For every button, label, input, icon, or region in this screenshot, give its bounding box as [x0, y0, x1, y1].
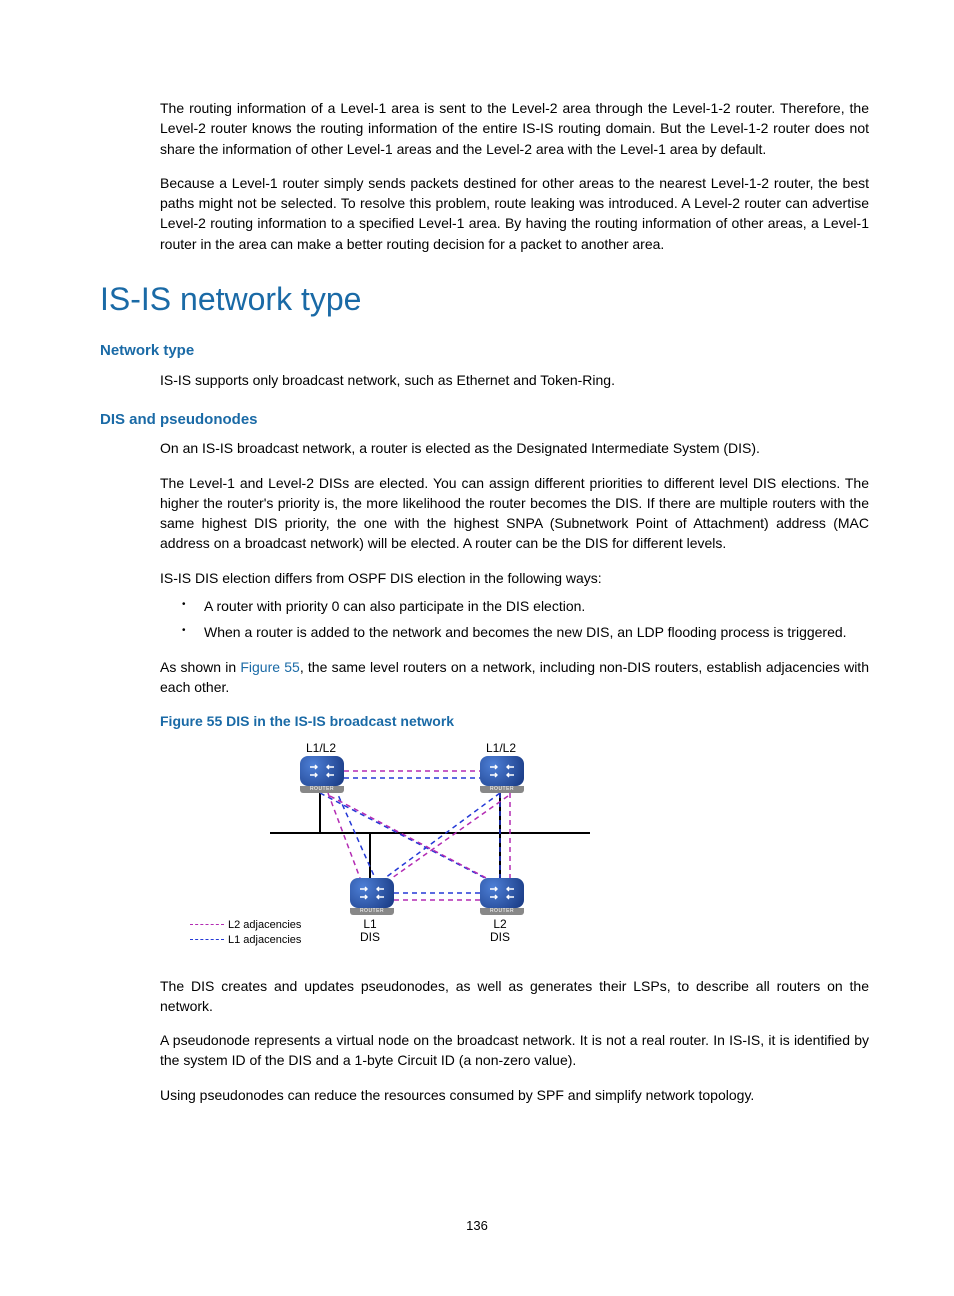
router-label: L1 DIS	[360, 918, 380, 944]
paragraph: IS-IS supports only broadcast network, s…	[160, 370, 869, 390]
subheading-network-type: Network type	[100, 340, 869, 362]
legend-l1: L1 adjacencies	[190, 933, 301, 949]
router-base-label: ROUTER	[300, 786, 344, 793]
figure-dis-broadcast: ROUTER ROUTER ROUTER ROUTER L1/L2 L1/L2 …	[160, 738, 869, 958]
list-item: When a router is added to the network an…	[204, 622, 869, 642]
router-label: L1/L2	[306, 740, 336, 757]
paragraph: On an IS-IS broadcast network, a router …	[160, 438, 869, 458]
text: As shown in	[160, 659, 240, 675]
text: L1	[363, 917, 376, 931]
paragraph: Because a Level-1 router simply sends pa…	[160, 173, 869, 254]
text: L2	[493, 917, 506, 931]
paragraph: IS-IS DIS election differs from OSPF DIS…	[160, 568, 869, 588]
router-label: L2 DIS	[490, 918, 510, 944]
bullet-list: A router with priority 0 can also partic…	[160, 596, 869, 643]
legend-text: L1 adjacencies	[228, 934, 301, 946]
router-icon: ROUTER	[476, 878, 528, 915]
paragraph: A pseudonode represents a virtual node o…	[160, 1030, 869, 1071]
paragraph: Using pseudonodes can reduce the resourc…	[160, 1085, 869, 1105]
router-base-label: ROUTER	[350, 908, 394, 915]
figure-xref[interactable]: Figure 55	[240, 659, 299, 675]
router-icon: ROUTER	[296, 756, 348, 793]
router-label: L1/L2	[486, 740, 516, 757]
heading-isis-network-type: IS-IS network type	[100, 276, 869, 322]
list-item: A router with priority 0 can also partic…	[204, 596, 869, 616]
paragraph: As shown in Figure 55, the same level ro…	[160, 657, 869, 698]
paragraph: The DIS creates and updates pseudonodes,…	[160, 976, 869, 1017]
text: DIS	[360, 930, 380, 944]
paragraph: The routing information of a Level-1 are…	[160, 98, 869, 159]
subheading-dis-pseudonodes: DIS and pseudonodes	[100, 409, 869, 431]
text: DIS	[490, 930, 510, 944]
page-number: 136	[0, 1217, 954, 1236]
paragraph: The Level-1 and Level-2 DISs are elected…	[160, 473, 869, 554]
router-base-label: ROUTER	[480, 908, 524, 915]
legend-text: L2 adjacencies	[228, 919, 301, 931]
router-base-label: ROUTER	[480, 786, 524, 793]
router-icon: ROUTER	[346, 878, 398, 915]
router-icon: ROUTER	[476, 756, 528, 793]
figure-caption: Figure 55 DIS in the IS-IS broadcast net…	[160, 711, 869, 731]
legend-l2: L2 adjacencies	[190, 918, 301, 934]
